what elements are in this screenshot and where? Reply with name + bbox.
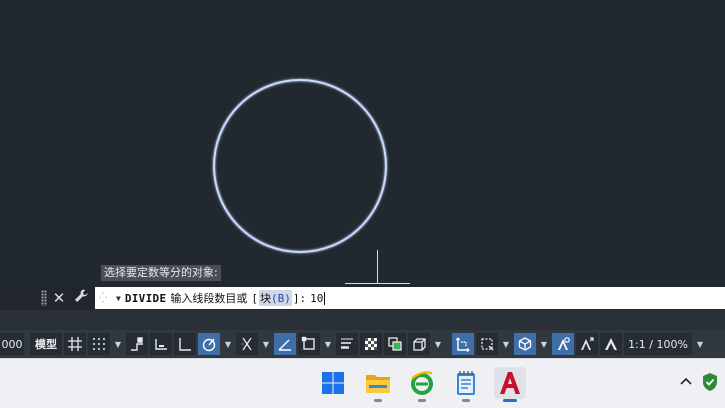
dynamic-ucs-icon[interactable] (150, 333, 172, 355)
command-prompt-text: 输入线段数目或 (170, 292, 248, 305)
close-icon[interactable]: ✕ (49, 288, 69, 308)
autocad-icon[interactable] (494, 367, 526, 402)
dynamic-input-icon[interactable] (452, 333, 474, 355)
annotation-scale-icon[interactable] (600, 333, 622, 355)
command-line-grip-handle[interactable] (41, 290, 47, 306)
coordinate-readout[interactable]: 000 (0, 333, 24, 355)
crosshair-cursor (345, 250, 410, 284)
selected-circle[interactable] (213, 79, 387, 253)
snap-icon[interactable] (88, 333, 110, 355)
running-indicator (374, 399, 382, 402)
internet-explorer-icon[interactable] (406, 367, 438, 402)
notepad-icon[interactable] (450, 367, 482, 402)
canvas-svg (213, 79, 410, 284)
selection-filter-icon[interactable] (476, 333, 498, 355)
chevron-down-icon[interactable]: ▼ (260, 333, 272, 355)
transparency-icon[interactable] (360, 333, 382, 355)
command-line-bar: ✕ ⁛ ▼ DIVIDE 输入线段数目或 [ 块(B) ]: 10 (0, 286, 725, 310)
annotation-visibility-icon[interactable] (552, 333, 574, 355)
command-recent-icon[interactable]: ⁛ (99, 293, 115, 304)
annotation-scale-readout[interactable]: 1:1 / 100% (624, 333, 692, 355)
auto-scale-icon[interactable] (576, 333, 598, 355)
active-indicator (503, 399, 517, 402)
file-explorer-icon[interactable] (362, 367, 394, 402)
3d-osnap-icon[interactable] (408, 333, 430, 355)
gizmo-icon[interactable] (514, 333, 536, 355)
running-indicator (462, 399, 470, 402)
option-bracket-close: ]: (292, 291, 307, 305)
grid-icon[interactable] (64, 333, 86, 355)
status-bar: 000 模型 ▼ ▼ ▼ ▼ ▼ ▼ ▼ 1:1 / 100% ▼ (0, 330, 725, 358)
option-bracket-open: [ (251, 291, 258, 305)
chevron-down-icon[interactable]: ▼ (500, 333, 512, 355)
security-shield-icon[interactable] (701, 372, 719, 395)
windows-start-icon[interactable] (317, 367, 349, 399)
command-history-prompt: 选择要定数等分的对象: (101, 265, 221, 281)
chevron-down-icon[interactable]: ▼ (222, 333, 234, 355)
windows-taskbar (0, 358, 725, 408)
chevron-down-icon[interactable]: ▼ (322, 333, 334, 355)
chevron-down-icon[interactable]: ▼ (112, 333, 124, 355)
running-indicator (418, 399, 426, 402)
object-snap-icon[interactable] (298, 333, 320, 355)
command-input[interactable]: ⁛ ▼ DIVIDE 输入线段数目或 [ 块(B) ]: 10 (95, 287, 725, 309)
chevron-down-icon[interactable]: ▼ (116, 294, 121, 303)
wrench-icon[interactable] (71, 288, 91, 308)
chevron-down-icon[interactable]: ▼ (538, 333, 550, 355)
drawing-canvas[interactable]: 选择要定数等分的对象: (0, 0, 725, 290)
show-hidden-icons-chevron-up-icon[interactable] (679, 375, 693, 390)
chevron-down-icon[interactable]: ▼ (432, 333, 444, 355)
text-caret (324, 291, 326, 305)
selection-cycling-icon[interactable] (384, 333, 406, 355)
model-space-button[interactable]: 模型 (30, 333, 62, 355)
ortho-icon[interactable] (174, 333, 196, 355)
chevron-down-icon[interactable]: ▼ (694, 333, 706, 355)
isodraft-icon[interactable] (236, 333, 258, 355)
command-input-value: 10 (310, 291, 324, 305)
status-separator (446, 333, 450, 355)
lineweight-icon[interactable] (336, 333, 358, 355)
option-block[interactable]: 块(B) (259, 290, 292, 306)
drawing-area-edge (0, 310, 725, 330)
polar-icon[interactable] (198, 333, 220, 355)
infer-icon[interactable] (126, 333, 148, 355)
object-snap-track-icon[interactable] (274, 333, 296, 355)
command-name: DIVIDE (124, 291, 167, 305)
